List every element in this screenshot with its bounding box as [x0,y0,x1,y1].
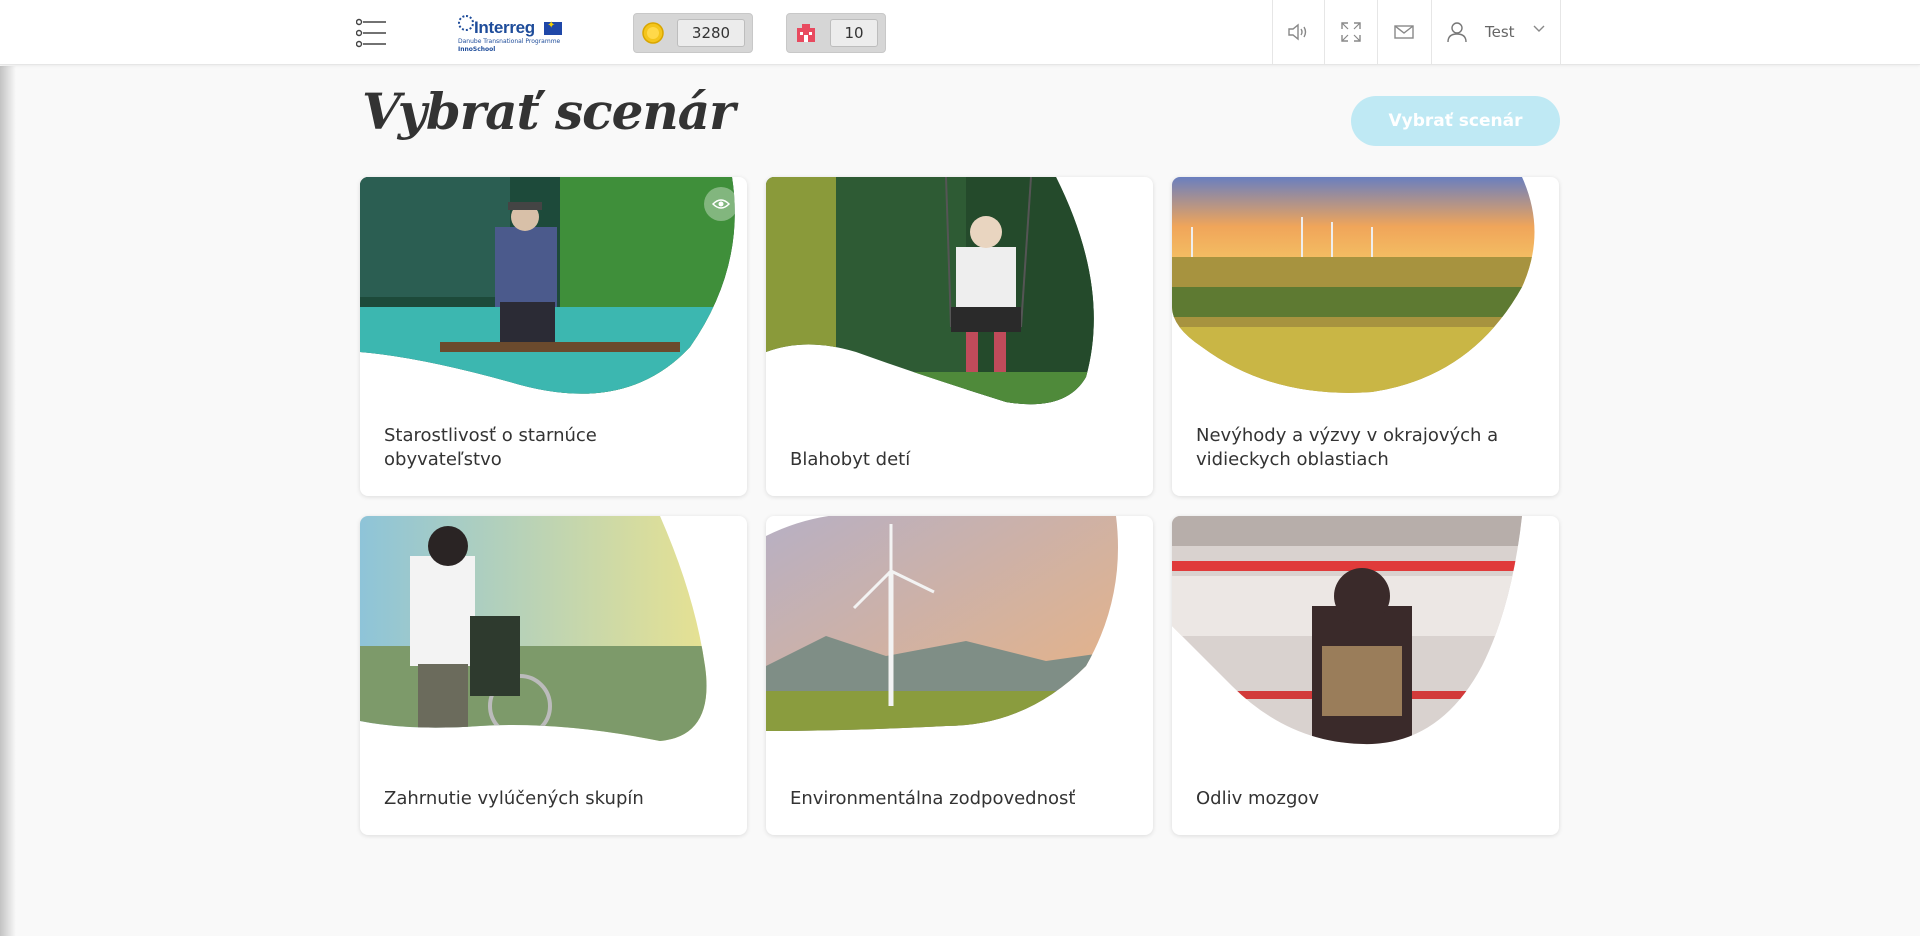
logo-brand: Interreg [474,18,535,37]
card-title: Starostlivosť o starnúce obyvateľstvo [384,425,597,470]
card-title: Blahobyt detí [790,449,911,470]
logo-program: Danube Transnational Programme [458,38,561,45]
buildings-counter: 10 [786,13,886,53]
wheelchair-woman-image [360,516,707,741]
preview-button[interactable] [704,187,738,221]
eye-icon [712,199,730,209]
card-title: Environmentálna zodpovednosť [790,788,1076,809]
select-scenario-button[interactable]: Vybrať scenár [1351,96,1560,146]
card-title: Nevýhody a výzvy v okrajových a vidiecky… [1196,425,1499,470]
child-swing-image [766,177,1094,405]
user-menu[interactable]: Test [1431,0,1561,64]
user-name: Test [1485,23,1515,41]
elderly-man-bench-image [360,177,735,394]
interreg-logo[interactable]: Interreg Danube Transnational Programme … [456,12,566,54]
coin-icon [642,22,664,44]
scenario-card-brain-drain[interactable]: Odliv mozgov [1172,516,1559,835]
rural-fields-image [1172,177,1535,393]
card-title: Odliv mozgov [1196,788,1320,809]
fullscreen-button[interactable] [1324,0,1377,64]
buildings-value: 10 [830,19,878,47]
building-icon [797,24,815,42]
scenario-card-aging[interactable]: Starostlivosť o starnúce obyvateľstvo [360,177,747,496]
scenario-card-inclusion[interactable]: Zahrnutie vylúčených skupín [360,516,747,835]
menu-icon[interactable] [355,18,388,48]
wind-turbine-image [766,516,1118,731]
coins-value: 3280 [677,19,745,47]
scenario-card-children[interactable]: Blahobyt detí [766,177,1153,496]
user-icon [1447,22,1467,43]
top-bar: Interreg Danube Transnational Programme … [0,0,1920,65]
speaker-icon [1288,23,1307,41]
logo-emblem-icon [458,15,474,31]
fullscreen-icon [1341,22,1361,42]
mail-icon [1394,25,1414,39]
page-title: Vybrať scenár [362,82,736,141]
chevron-down-icon [1533,25,1545,32]
eu-flag-icon [544,20,562,35]
scenario-card-environment[interactable]: Environmentálna zodpovednosť [766,516,1153,835]
sound-button[interactable] [1272,0,1325,64]
side-panel-shadow [0,66,16,936]
card-title: Zahrnutie vylúčených skupín [384,788,644,809]
logo-project: InnoSchool [458,46,496,53]
messages-button[interactable] [1377,0,1430,64]
train-station-image [1172,516,1522,745]
scenario-card-rural[interactable]: Nevýhody a výzvy v okrajových a vidiecky… [1172,177,1559,496]
coins-counter: 3280 [633,13,753,53]
